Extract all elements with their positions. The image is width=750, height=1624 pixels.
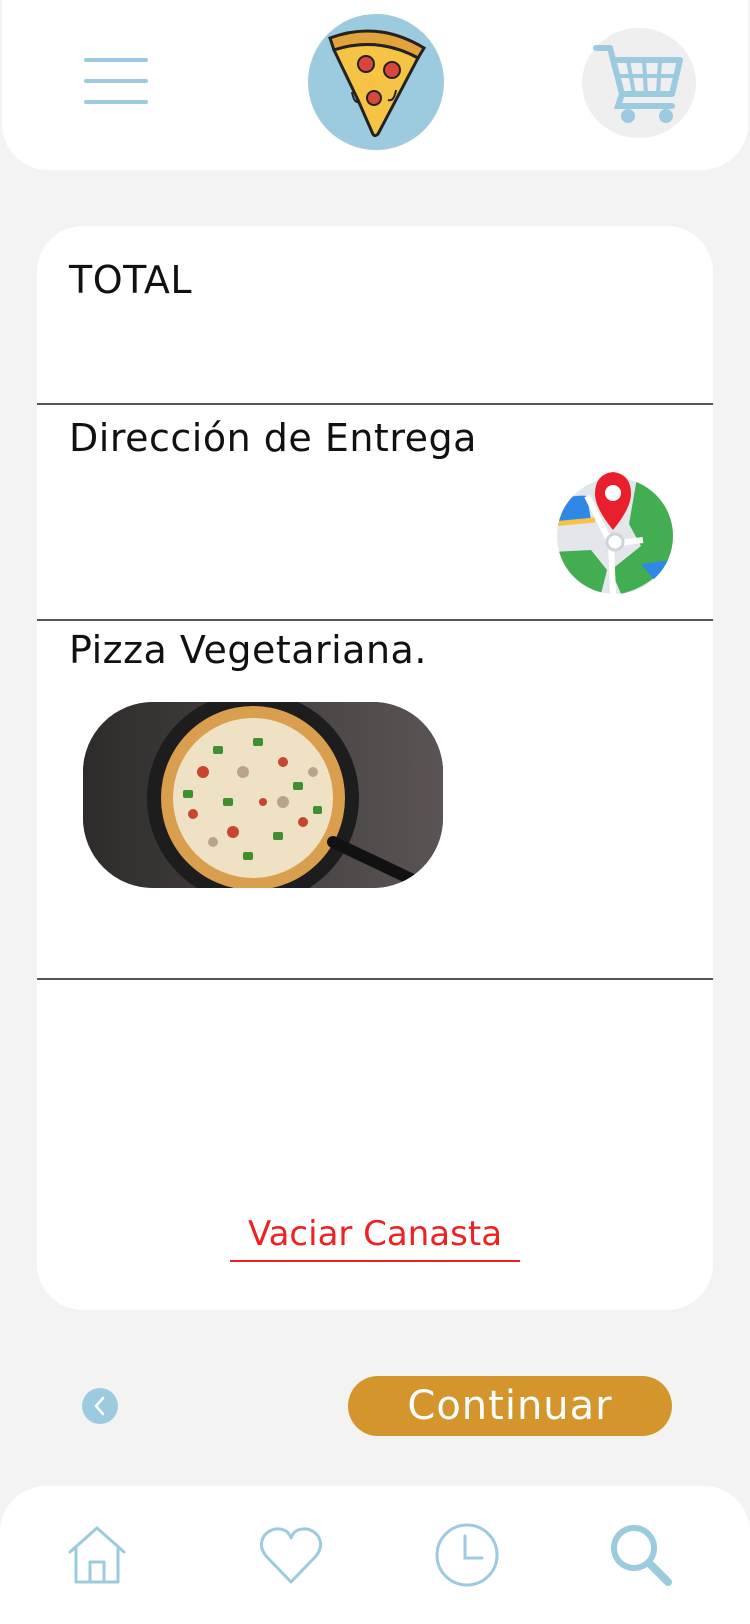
cart-button[interactable] [582,28,696,138]
top-header [2,0,748,170]
search-icon [611,1525,672,1586]
shopping-cart-icon [593,45,683,123]
vegetarian-pizza-photo [83,702,443,888]
basket-card: TOTAL Dirección de Entrega Pizza Vegetar… [37,226,713,1310]
map-location-button[interactable] [551,464,679,594]
menu-line [84,100,148,104]
divider [37,619,713,621]
pizza-slice-icon [328,29,427,138]
chevron-left-icon [94,1396,105,1416]
pizza-logo [308,14,444,150]
menu-line [84,58,148,62]
continue-button[interactable]: Continuar [348,1376,672,1436]
bottom-navigation [0,1486,750,1624]
delivery-address-label: Dirección de Entrega [69,416,477,460]
home-icon [68,1526,126,1584]
divider [37,978,713,980]
empty-basket-link[interactable]: Vaciar Canasta [230,1214,520,1262]
nav-home[interactable] [62,1520,132,1590]
clock-icon [435,1523,499,1587]
map-location-pin-icon [557,472,673,594]
heart-icon [259,1527,323,1584]
item-name: Pizza Vegetariana. [69,628,427,672]
menu-line [84,79,148,83]
back-button[interactable] [82,1388,118,1424]
total-label: TOTAL [69,258,193,302]
nav-search[interactable] [606,1520,676,1590]
nav-history[interactable] [432,1520,502,1590]
hamburger-menu-button[interactable] [84,56,152,106]
nav-favorites[interactable] [256,1520,326,1590]
divider [37,403,713,405]
pizza-image [83,702,443,888]
